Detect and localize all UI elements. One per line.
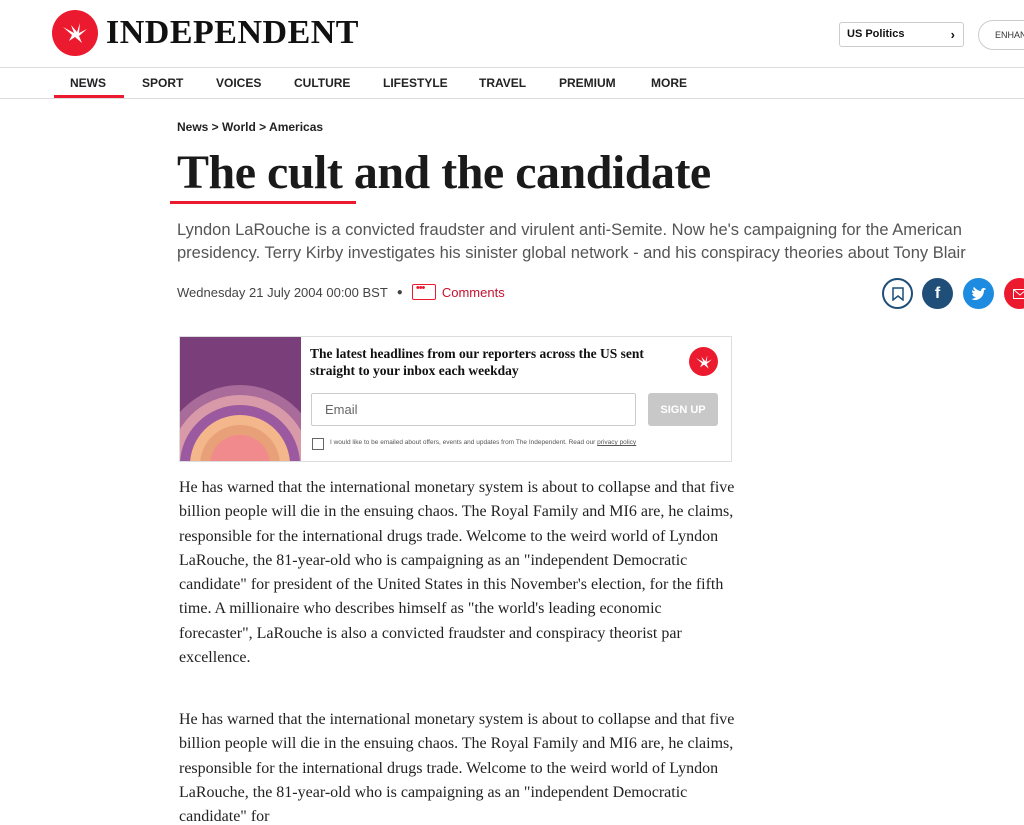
headline-accent-line xyxy=(170,201,356,204)
page-title: The cult and the candidate xyxy=(177,146,711,199)
publish-date: Wednesday 21 July 2004 00:00 BST xyxy=(177,284,388,300)
enhanced-label: ENHAN xyxy=(995,30,1024,40)
nav-item-sport[interactable]: SPORT xyxy=(142,76,183,90)
signup-button[interactable]: SIGN UP xyxy=(648,393,718,426)
site-header: INDEPENDENT US Politics › ENHAN xyxy=(0,0,1024,68)
enhanced-button[interactable]: ENHAN xyxy=(978,20,1024,50)
twitter-icon[interactable] xyxy=(963,278,994,309)
newsletter-signup: The latest headlines from our reporters … xyxy=(179,336,732,462)
chevron-right-icon: › xyxy=(950,27,955,42)
main-nav: NEWS SPORT VOICES CULTURE LIFESTYLE TRAV… xyxy=(0,68,1024,99)
consent-text: I would like to be emailed about offers,… xyxy=(330,439,636,446)
comments-link[interactable]: Comments xyxy=(442,285,505,300)
email-field[interactable] xyxy=(311,393,636,426)
article-paragraph: He has warned that the international mon… xyxy=(179,479,735,667)
article-paragraph: He has warned that the international mon… xyxy=(179,711,735,825)
nav-item-voices[interactable]: VOICES xyxy=(216,76,261,90)
site-wordmark: INDEPENDENT xyxy=(106,14,359,51)
nav-item-travel[interactable]: TRAVEL xyxy=(479,76,526,90)
site-logo[interactable]: INDEPENDENT xyxy=(52,10,359,56)
meta-separator: ● xyxy=(396,286,403,298)
email-icon[interactable] xyxy=(1004,278,1024,309)
topic-dropdown[interactable]: US Politics › xyxy=(839,22,964,47)
nav-item-more[interactable]: MORE xyxy=(651,76,687,90)
facebook-icon[interactable]: f xyxy=(922,278,953,309)
comments-icon[interactable] xyxy=(411,282,436,300)
article-standfirst: Lyndon LaRouche is a convicted fraudster… xyxy=(177,221,966,262)
newsletter-artwork xyxy=(180,337,301,461)
topic-label: US Politics xyxy=(847,28,905,40)
nav-item-lifestyle[interactable]: LIFESTYLE xyxy=(383,76,448,90)
privacy-policy-link[interactable]: privacy policy xyxy=(597,439,636,446)
active-nav-indicator xyxy=(54,95,124,98)
bookmark-icon[interactable] xyxy=(882,278,913,309)
eagle-icon xyxy=(689,347,718,376)
article-meta: Wednesday 21 July 2004 00:00 BST ● Comme… xyxy=(177,282,505,300)
nav-item-culture[interactable]: CULTURE xyxy=(294,76,350,90)
consent-label: I would like to be emailed about offers,… xyxy=(330,439,598,446)
newsletter-headline: The latest headlines from our reporters … xyxy=(310,346,644,378)
consent-checkbox[interactable] xyxy=(312,438,324,450)
eagle-icon xyxy=(52,10,98,56)
nav-item-news[interactable]: NEWS xyxy=(70,76,106,90)
breadcrumb[interactable]: News > World > Americas xyxy=(177,120,323,134)
nav-item-premium[interactable]: PREMIUM xyxy=(559,76,616,90)
